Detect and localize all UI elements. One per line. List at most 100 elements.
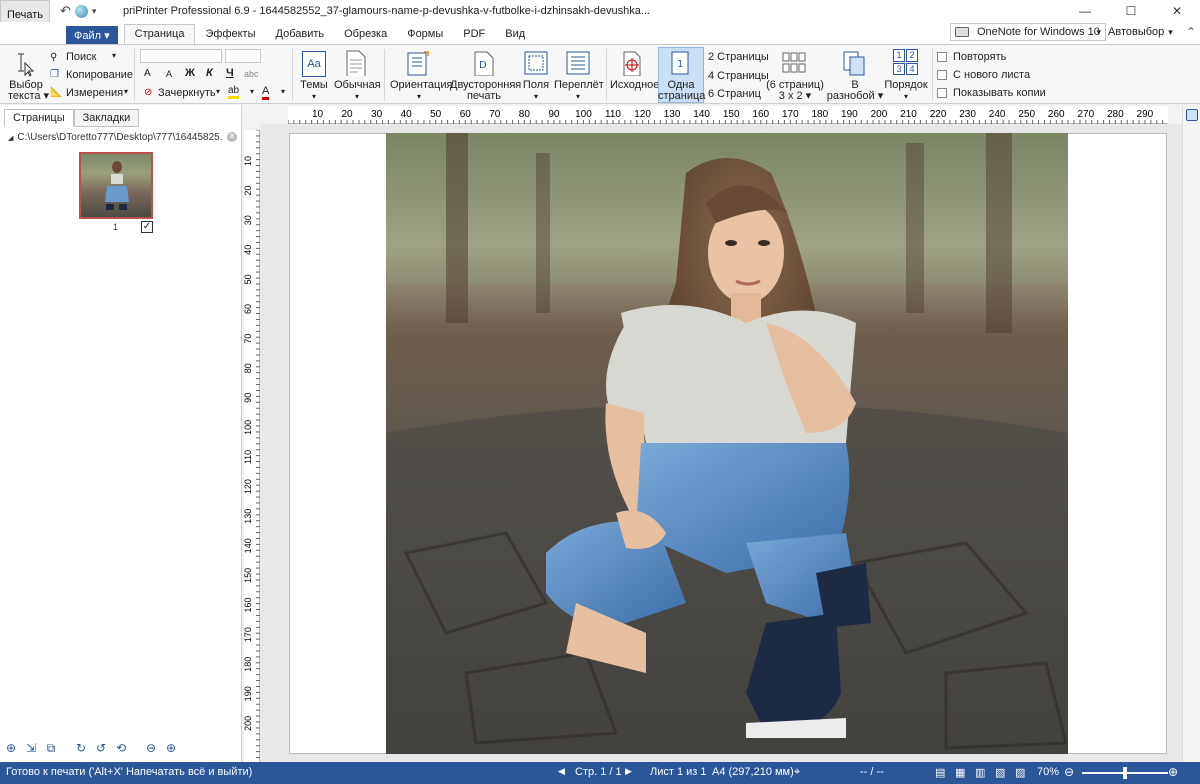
collapse-ribbon-icon[interactable]: ⌃ bbox=[1186, 25, 1196, 39]
bold-button[interactable]: Ж bbox=[185, 67, 195, 79]
window-title: priPrinter Professional 6.9 - 1644582552… bbox=[123, 5, 651, 17]
original-label: Исходное bbox=[610, 79, 660, 91]
underline-button[interactable]: Ч bbox=[226, 67, 234, 79]
highlight-icon[interactable]: ab bbox=[228, 85, 240, 99]
margins-button[interactable]: Поля ▾ bbox=[518, 80, 554, 102]
printer-select[interactable]: OneNote for Windows 10 ▾ bbox=[950, 23, 1106, 41]
qat-dropdown-icon[interactable]: ▾ bbox=[92, 6, 97, 17]
binding-button[interactable]: Переплёт ▾ bbox=[554, 80, 604, 102]
one-page-label-group: Одна страница bbox=[658, 80, 706, 102]
themes-button[interactable]: Темы ▾ bbox=[296, 80, 332, 102]
undo-icon[interactable]: ↶ bbox=[60, 3, 71, 19]
orientation-button[interactable]: Ориентация ▾ bbox=[390, 80, 452, 102]
maximize-button[interactable]: ☐ bbox=[1108, 0, 1154, 22]
new-sheet-checkbox[interactable] bbox=[937, 70, 947, 80]
ruler-label: 290 bbox=[1137, 109, 1154, 120]
orientation-icon bbox=[407, 51, 429, 76]
one-page-label-2: страница bbox=[658, 90, 706, 102]
grid-pages-label-2: 3 x 2 ▾ bbox=[778, 90, 812, 102]
next-page-icon[interactable]: ▶ bbox=[625, 766, 632, 777]
tab-bookmarks[interactable]: Закладки bbox=[73, 109, 140, 127]
repeat-label: Повторять bbox=[953, 51, 1007, 63]
file-menu[interactable]: Файл ▾ bbox=[66, 26, 118, 44]
ruler-label: 120 bbox=[244, 479, 253, 494]
tab-view[interactable]: Вид bbox=[495, 24, 535, 44]
two-pages-button[interactable]: 2 Страницы bbox=[708, 51, 769, 63]
tab-crop[interactable]: Обрезка bbox=[334, 24, 397, 44]
show-copies-checkbox[interactable] bbox=[937, 88, 947, 98]
font-color-icon[interactable]: A bbox=[262, 85, 270, 100]
four-pages-button[interactable]: 4 Страницы bbox=[708, 70, 769, 82]
original-button[interactable]: Исходное bbox=[610, 79, 660, 91]
ruler-label: 110 bbox=[244, 450, 253, 464]
ruler-label: 190 bbox=[841, 109, 858, 120]
ruler-label: 200 bbox=[871, 109, 888, 120]
prev-page-icon[interactable]: ◀ bbox=[558, 766, 565, 777]
zoom-slider-thumb[interactable] bbox=[1123, 767, 1127, 779]
page-photo[interactable] bbox=[386, 133, 1068, 754]
vertical-scrollbar[interactable] bbox=[1182, 106, 1200, 762]
order-icon: 1 2 3 4 bbox=[893, 49, 919, 75]
strikethrough-button[interactable]: Зачеркнуть bbox=[158, 87, 216, 99]
font-shrink-icon[interactable]: A bbox=[166, 69, 172, 79]
copy-button[interactable]: Копирование bbox=[66, 69, 133, 81]
ruler-label: 60 bbox=[460, 109, 472, 120]
document-path[interactable]: ◢ C:\Users\DToretto777\Desktop\777\164458… bbox=[8, 132, 223, 143]
tab-pdf[interactable]: PDF bbox=[453, 24, 495, 44]
minimize-button[interactable]: — bbox=[1062, 0, 1108, 22]
close-button[interactable]: ✕ bbox=[1154, 0, 1200, 22]
sheet-indicator: Лист 1 из 1 bbox=[650, 766, 707, 778]
insert-page-icon[interactable]: ⇲ bbox=[24, 741, 38, 755]
duplex-button[interactable]: Двусторонняя печать bbox=[450, 80, 521, 102]
ruler-label: 250 bbox=[1018, 109, 1035, 120]
scattered-label-2: разнобой ▾ bbox=[826, 90, 884, 102]
chevron-down-icon: ▾ bbox=[216, 87, 221, 96]
page-thumbnail[interactable] bbox=[79, 152, 153, 219]
horizontal-ruler: 10 20 30 40 50 60 70 80 90 100 110 120 130 140 150 160 1… bbox=[287, 106, 1168, 124]
six-pages-button[interactable]: 6 Страниц bbox=[708, 88, 761, 100]
measure-button[interactable]: Измерения bbox=[66, 87, 123, 99]
grid-pages-button[interactable]: (6 страниц) 3 x 2 ▾ bbox=[766, 80, 824, 102]
page-include-checkbox[interactable]: ✓ bbox=[141, 221, 153, 233]
ruler-label: 160 bbox=[752, 109, 769, 120]
tab-effects[interactable]: Эффекты bbox=[195, 24, 265, 44]
tab-shapes[interactable]: Формы bbox=[397, 24, 453, 44]
zoom-in-icon[interactable]: ⊕ bbox=[1168, 765, 1178, 779]
rotate-right-icon[interactable]: ↻ bbox=[74, 741, 88, 755]
view-mode-icon[interactable]: ▦ bbox=[955, 766, 965, 779]
paper-source-label: Автовыбор bbox=[1108, 26, 1165, 38]
ruler-label: 260 bbox=[1048, 109, 1065, 120]
tab-add[interactable]: Добавить bbox=[266, 24, 335, 44]
rotate-left-icon[interactable]: ↺ bbox=[94, 741, 108, 755]
paper-source-select[interactable]: Автовыбор ▾ bbox=[1108, 23, 1174, 41]
order-button[interactable]: Порядок ▾ bbox=[882, 80, 930, 102]
tab-page[interactable]: Страница bbox=[123, 24, 196, 44]
add-page-icon[interactable]: ⊕ bbox=[4, 741, 18, 755]
italic-button[interactable]: К bbox=[206, 67, 213, 79]
zoom-in-icon[interactable]: ⊕ bbox=[164, 741, 178, 755]
view-mode-icon[interactable]: ▤ bbox=[935, 766, 945, 779]
font-family-select[interactable] bbox=[140, 49, 222, 63]
new-sheet-label: С нового листа bbox=[953, 69, 1031, 81]
select-text-button[interactable]: Выбор текста ▾ bbox=[8, 80, 49, 102]
app-orb-icon[interactable] bbox=[74, 4, 88, 18]
search-button[interactable]: Поиск bbox=[66, 51, 96, 63]
zoom-out-icon[interactable]: ⊖ bbox=[1064, 765, 1074, 779]
repeat-checkbox[interactable] bbox=[937, 52, 947, 62]
zoom-out-icon[interactable]: ⊖ bbox=[144, 741, 158, 755]
page-number: 1 bbox=[113, 222, 119, 232]
view-mode-icon[interactable]: ▥ bbox=[975, 766, 985, 779]
font-size-select[interactable] bbox=[225, 49, 261, 63]
close-document-icon[interactable]: ✕ bbox=[227, 132, 237, 142]
view-mode-icon[interactable]: ▨ bbox=[1015, 766, 1025, 779]
duplicate-page-icon[interactable]: ⧉ bbox=[44, 741, 58, 755]
rotate-auto-icon[interactable]: ⟲ bbox=[114, 741, 128, 755]
chevron-down-icon: ▾ bbox=[1168, 26, 1173, 37]
font-grow-icon[interactable]: A bbox=[144, 68, 151, 79]
tab-pages[interactable]: Страницы bbox=[4, 109, 74, 127]
view-mode-icon[interactable]: ▧ bbox=[995, 766, 1005, 779]
grid-pages-icon bbox=[782, 52, 806, 73]
page-layout-icon[interactable] bbox=[1186, 109, 1198, 121]
scattered-button[interactable]: В разнобой ▾ bbox=[826, 80, 884, 102]
normal-button[interactable]: Обычная ▾ bbox=[334, 80, 381, 102]
